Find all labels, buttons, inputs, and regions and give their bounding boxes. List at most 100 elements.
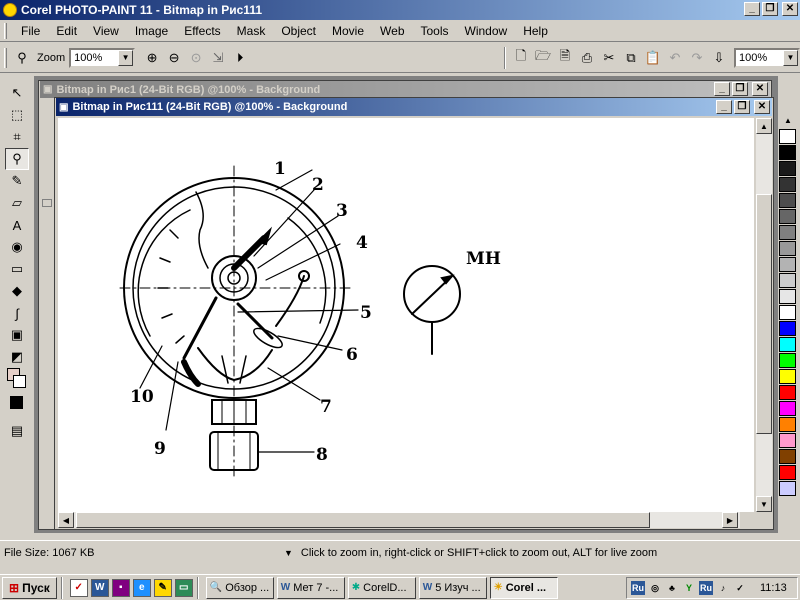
zoom-fit-icon[interactable]: ⇲ (207, 47, 229, 69)
color-swatch[interactable] (779, 273, 796, 288)
color-swatch[interactable] (779, 241, 796, 256)
paste-icon[interactable]: 📋 (642, 47, 664, 69)
color-swatch[interactable] (779, 225, 796, 240)
minimize-button[interactable]: _ (744, 2, 760, 16)
network-icon[interactable]: Y (682, 581, 696, 595)
paint-colors-icon[interactable] (5, 368, 29, 396)
crop-tool-icon[interactable]: ⌗ (5, 126, 29, 148)
red-eye-tool-icon[interactable]: ◉ (5, 236, 29, 258)
word-icon[interactable]: W (90, 578, 109, 597)
cut-icon[interactable]: ✂ (598, 47, 620, 69)
copy-icon[interactable]: ⧉ (620, 47, 642, 69)
mask-tool-icon[interactable]: ⬚ (5, 104, 29, 126)
fill-colors-icon[interactable] (5, 396, 29, 420)
zoom-tool-icon[interactable]: ⚲ (5, 148, 29, 170)
menu-movie[interactable]: Movie (324, 24, 372, 38)
color-swatch[interactable] (779, 401, 796, 416)
keyboard-layout-icon[interactable]: Ru (631, 581, 645, 595)
eraser-tool-icon[interactable]: ▱ (5, 192, 29, 214)
desktop-icon[interactable]: ▭ (174, 578, 193, 597)
color-swatch[interactable] (779, 321, 796, 336)
doc2-close-button[interactable]: ✕ (754, 100, 770, 114)
menu-object[interactable]: Object (273, 24, 324, 38)
redo-icon[interactable]: ↷ (686, 47, 708, 69)
undo-icon[interactable]: ↶ (664, 47, 686, 69)
paint-tool-icon[interactable]: ∫ (5, 302, 29, 324)
scroll-up-icon[interactable]: ▲ (756, 118, 772, 134)
palette-scroll-up-icon[interactable]: ▲ (778, 116, 798, 128)
status-dropdown-icon[interactable]: ▼ (284, 548, 293, 558)
menu-window[interactable]: Window (457, 24, 516, 38)
color-swatch[interactable] (779, 465, 796, 480)
color-swatch[interactable] (779, 353, 796, 368)
swap-colors-icon[interactable]: ▤ (5, 420, 29, 442)
color-swatch[interactable] (779, 289, 796, 304)
color-swatch[interactable] (779, 417, 796, 432)
right-zoom-combo[interactable]: 100% ▼ (734, 47, 800, 68)
rectangle-tool-icon[interactable]: ▭ (5, 258, 29, 280)
scroll-down-icon[interactable]: ▼ (756, 496, 772, 512)
task-explorer[interactable]: 🔍 Обзор ... (205, 576, 274, 599)
language-icon[interactable]: Ru (699, 581, 713, 595)
color-swatch[interactable] (779, 209, 796, 224)
menu-edit[interactable]: Edit (48, 24, 85, 38)
zoom-100-icon[interactable]: ⊙ (185, 47, 207, 69)
task-word-met[interactable]: W Мет 7 -... (276, 576, 345, 599)
task-corel-photopaint[interactable]: ☀ Corel ... (489, 576, 558, 599)
color-swatch[interactable] (779, 161, 796, 176)
document-1-title-bar[interactable]: ▣ Bitmap in Рис1 (24-Bit RGB) @100% - Ba… (40, 81, 770, 98)
menu-mask[interactable]: Mask (229, 24, 274, 38)
color-swatch[interactable] (779, 385, 796, 400)
pick-tool-icon[interactable]: ↖ (5, 82, 29, 104)
resize-corner[interactable] (740, 512, 756, 528)
color-swatch[interactable] (779, 177, 796, 192)
internet-explorer-icon[interactable]: e (132, 578, 151, 597)
open-icon[interactable]: 🗁 (532, 47, 554, 69)
vertical-scrollbar[interactable]: ▲ ▼ (756, 118, 772, 512)
color-swatch[interactable] (779, 449, 796, 464)
menu-file[interactable]: File (13, 24, 48, 38)
color-swatch[interactable] (779, 369, 796, 384)
excel-mark-icon[interactable]: ✓ (69, 578, 88, 597)
text-tool-icon[interactable]: A (5, 214, 29, 236)
image-canvas[interactable]: 1 2 3 4 5 6 7 8 9 10 МН (58, 118, 754, 512)
play-icon[interactable]: ⏵ (229, 47, 251, 69)
fill-tool-icon[interactable]: ◆ (5, 280, 29, 302)
scroll-right-icon[interactable]: ▶ (722, 512, 738, 528)
doc1-restore-button[interactable]: ❐ (732, 82, 748, 96)
color-swatch[interactable] (779, 433, 796, 448)
color-swatch[interactable] (779, 129, 796, 144)
task-coreldraw[interactable]: ✱ CorelD... (347, 576, 416, 599)
zoom-combo[interactable]: 100% ▼ (69, 47, 136, 68)
color-swatch[interactable] (779, 337, 796, 352)
task-word-izuch[interactable]: W 5 Изуч ... (418, 576, 487, 599)
transparency-tool-icon[interactable]: ◩ (5, 346, 29, 368)
start-button[interactable]: ⊞ Пуск (2, 576, 57, 599)
antivirus-icon[interactable]: ◎ (648, 581, 662, 595)
vertical-scroll-thumb[interactable] (756, 194, 772, 434)
color-swatch[interactable] (779, 145, 796, 160)
color-swatch[interactable] (779, 481, 796, 496)
eyedropper-tool-icon[interactable]: ✎ (5, 170, 29, 192)
menu-view[interactable]: View (85, 24, 127, 38)
menu-help[interactable]: Help (515, 24, 556, 38)
doc1-close-button[interactable]: ✕ (752, 82, 768, 96)
sound-icon[interactable]: ♪ (716, 581, 730, 595)
color-swatch[interactable] (779, 193, 796, 208)
scroll-left-icon[interactable]: ◀ (58, 512, 74, 528)
restore-button[interactable]: ❐ (762, 2, 778, 16)
color-swatch[interactable] (779, 257, 796, 272)
zoom-out-icon[interactable]: ⊖ (163, 47, 185, 69)
document-2-title-bar[interactable]: ▣ Bitmap in Рис111 (24-Bit RGB) @100% - … (56, 98, 772, 116)
doc2-restore-button[interactable]: ❐ (734, 100, 750, 114)
menu-image[interactable]: Image (127, 24, 176, 38)
doc2-minimize-button[interactable]: _ (716, 100, 732, 114)
color-swatch[interactable] (779, 305, 796, 320)
save-disk-icon[interactable]: ▪ (111, 578, 130, 597)
new-document-icon[interactable]: 🗋 (510, 47, 532, 69)
zoom-tool-icon[interactable]: ⚲ (11, 47, 33, 69)
close-button[interactable]: ✕ (782, 2, 798, 16)
mark-icon[interactable]: ✓ (733, 581, 747, 595)
chevron-down-icon[interactable]: ▼ (783, 49, 798, 66)
menu-web[interactable]: Web (372, 24, 412, 38)
